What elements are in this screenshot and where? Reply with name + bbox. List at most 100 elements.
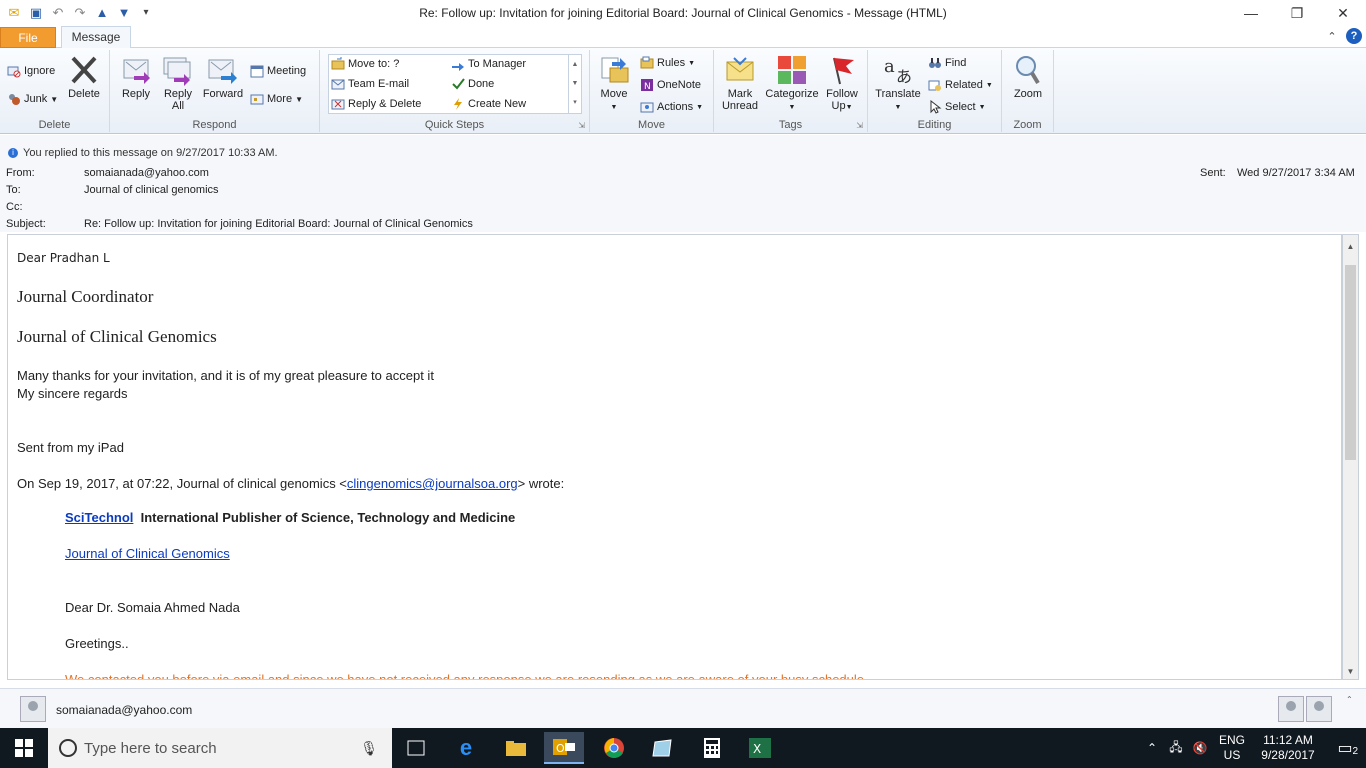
dialog-launcher-icon[interactable]: ⇲ — [856, 121, 863, 130]
scroll-up-icon[interactable]: ▲ — [569, 55, 581, 74]
mark-unread-button[interactable]: Mark Unread — [718, 54, 762, 112]
scroll-down-arrow-icon[interactable]: ▼ — [1343, 664, 1358, 679]
onenote-icon: N — [641, 79, 653, 92]
find-button[interactable]: Find — [928, 56, 966, 70]
show-hidden-icons-icon[interactable]: ⌃ — [1140, 741, 1164, 755]
to-value[interactable]: Journal of clinical genomics — [84, 184, 219, 196]
magnifier-icon — [1016, 56, 1040, 85]
contact-avatar-1[interactable] — [1278, 696, 1304, 722]
categorize-icon — [778, 56, 806, 84]
onenote-button[interactable]: N OneNote — [640, 78, 701, 92]
more-button[interactable]: More ▼ — [250, 92, 303, 106]
checkmark-icon — [452, 78, 465, 90]
edge-icon[interactable]: e — [446, 732, 486, 764]
actions-button[interactable]: Actions ▼ — [640, 100, 703, 114]
vertical-scrollbar[interactable]: ▲ ▼ — [1342, 234, 1359, 680]
close-button[interactable]: ✕ — [1320, 0, 1366, 26]
task-view-icon[interactable] — [396, 732, 436, 764]
rules-button[interactable]: Rules ▼ — [640, 56, 695, 70]
translate-button[interactable]: aあ Translate ▼ — [872, 54, 924, 114]
quick-step-create-new[interactable]: Create New — [451, 97, 526, 111]
related-button[interactable]: Related ▼ — [928, 78, 993, 92]
search-input[interactable]: Type here to search 🎙 — [48, 728, 392, 768]
redo-icon[interactable]: ↷ — [72, 5, 88, 21]
lightning-icon — [454, 98, 462, 110]
quick-step-move-to[interactable]: Move to: ? — [331, 57, 399, 71]
expand-gallery-icon[interactable]: ▾ — [569, 93, 581, 112]
excel-icon[interactable]: X — [740, 732, 780, 764]
scitechnol-link[interactable]: SciTechnol — [65, 510, 133, 525]
customize-qat-icon[interactable]: ▾ — [138, 5, 154, 21]
follow-up-button[interactable]: Follow Up▼ — [822, 54, 862, 114]
reply-all-icon — [163, 57, 191, 86]
next-item-icon[interactable]: ▼ — [116, 5, 132, 21]
team-email-icon — [331, 79, 345, 90]
editing-group: aあ Translate ▼ Find Related ▼ Select ▼ Edit… — [868, 50, 1002, 132]
previous-item-icon[interactable]: ▲ — [94, 5, 110, 21]
quote-email-link[interactable]: clingenomics@journalsoa.org — [347, 476, 518, 491]
microphone-icon[interactable]: 🎙 — [360, 740, 378, 757]
restore-button[interactable]: ❐ — [1274, 0, 1320, 26]
volume-muted-icon[interactable]: 🔇 — [1188, 741, 1212, 755]
chevron-down-icon: ▼ — [845, 104, 853, 111]
quick-step-to-manager[interactable]: To Manager — [451, 57, 526, 71]
dear-dr: Dear Dr. Somaia Ahmed Nada — [65, 600, 240, 615]
notes-app-icon[interactable] — [642, 732, 682, 764]
journal-link-line: Journal of Clinical Genomics — [65, 546, 230, 561]
dialog-launcher-icon[interactable]: ⇲ — [578, 121, 585, 130]
save-icon[interactable]: ▣ — [28, 5, 44, 21]
language-indicator[interactable]: ENG US — [1212, 733, 1252, 763]
calculator-icon[interactable] — [692, 732, 732, 764]
help-icon[interactable]: ? — [1346, 28, 1362, 44]
move-group: Move ▼ Rules ▼ N OneNote Actions ▼ Move — [590, 50, 714, 132]
file-explorer-icon[interactable] — [496, 732, 536, 764]
quick-step-team-email[interactable]: Team E-mail — [331, 77, 409, 91]
chevron-down-icon: ▼ — [985, 81, 993, 89]
network-icon[interactable]: 🖧 — [1164, 738, 1188, 759]
select-button[interactable]: Select ▼ — [928, 100, 986, 114]
from-value[interactable]: somaianada@yahoo.com — [84, 167, 209, 179]
ribbon-tabs: File Message ⌃ ? — [0, 26, 1366, 49]
undo-icon[interactable]: ↶ — [50, 5, 66, 21]
meeting-button[interactable]: Meeting — [250, 64, 306, 78]
taskbar: Type here to search 🎙 e O X ⌃ 🖧 🔇 ENG US… — [0, 728, 1366, 768]
info-icon: i — [8, 148, 18, 158]
zoom-button[interactable]: Zoom — [1008, 54, 1048, 100]
expand-people-icon[interactable]: ⌃ — [1346, 695, 1353, 704]
junk-button[interactable]: Junk ▼ — [7, 92, 58, 106]
reply-all-button[interactable]: Reply All — [160, 54, 196, 112]
windows-start-icon[interactable] — [4, 732, 44, 764]
tab-message[interactable]: Message — [61, 26, 131, 49]
notifications-icon[interactable]: ▭ 2 — [1324, 738, 1366, 758]
chevron-down-icon: ▼ — [894, 104, 902, 111]
svg-text:a: a — [884, 56, 895, 77]
minimize-button[interactable]: — — [1228, 0, 1274, 26]
categorize-button[interactable]: Categorize ▼ — [762, 54, 822, 114]
reply-button[interactable]: Reply — [118, 54, 154, 100]
people-pane: somaianada@yahoo.com ⌃ — [0, 688, 1366, 728]
delete-button[interactable]: Delete — [66, 54, 102, 100]
ignore-button[interactable]: Ignore — [7, 64, 55, 78]
collapse-ribbon-icon[interactable]: ⌃ — [1324, 28, 1340, 44]
move-to-folder-icon — [331, 57, 345, 70]
tab-file[interactable]: File — [0, 27, 56, 48]
mark-unread-icon — [726, 57, 754, 81]
chrome-icon[interactable] — [594, 732, 634, 764]
clock[interactable]: 11:12 AM 9/28/2017 — [1252, 733, 1324, 763]
outlook-taskbar-icon[interactable]: O — [544, 732, 584, 764]
quick-step-done[interactable]: Done — [451, 77, 494, 91]
greetings-text: Greetings.. — [65, 636, 129, 651]
avatar[interactable] — [20, 696, 46, 722]
svg-text:X: X — [753, 742, 761, 756]
move-button[interactable]: Move ▼ — [596, 54, 632, 114]
message-body[interactable]: Dear Pradhan L Journal Coordinator Journ… — [7, 234, 1342, 680]
people-name[interactable]: somaianada@yahoo.com — [56, 703, 192, 717]
journal-link[interactable]: Journal of Clinical Genomics — [65, 546, 230, 561]
forward-button[interactable]: Forward — [200, 54, 246, 100]
contact-avatar-2[interactable] — [1306, 696, 1332, 722]
scroll-thumb[interactable] — [1345, 265, 1356, 460]
scroll-up-arrow-icon[interactable]: ▲ — [1343, 239, 1358, 254]
quick-step-reply-delete[interactable]: Reply & Delete — [331, 97, 421, 111]
translate-icon: aあ — [884, 56, 912, 86]
scroll-down-icon[interactable]: ▼ — [569, 74, 581, 93]
